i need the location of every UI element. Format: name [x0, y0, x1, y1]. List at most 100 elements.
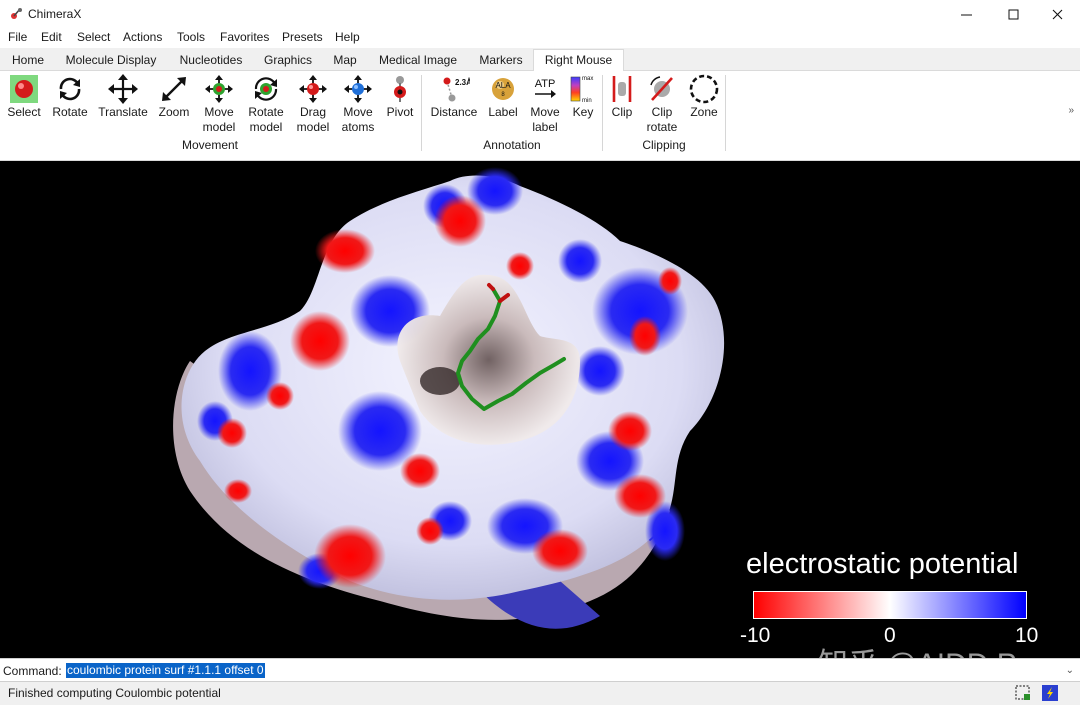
graphics-viewport[interactable]: electrostatic potential -10 0 10 知乎 @AID… [0, 161, 1080, 658]
pivot-icon [394, 76, 406, 102]
clip-rotate-label-2: rotate [646, 120, 678, 134]
move-model-label-1: Move [204, 105, 234, 119]
rotate-model-label-2: model [249, 120, 283, 134]
protein-surface-render [173, 167, 725, 629]
close-icon [1052, 9, 1062, 19]
status-message: Finished computing Coulombic potential [8, 686, 221, 700]
zoom-icon [162, 77, 186, 101]
select-icon [10, 75, 38, 103]
move-model-icon [205, 75, 233, 103]
distance-tool-button[interactable]: 2.3Å Distance [428, 73, 480, 120]
maximize-button[interactable] [990, 0, 1036, 28]
tab-nucleotides[interactable]: Nucleotides [172, 51, 250, 71]
clip-rotate-tool-button[interactable]: Clip rotate [642, 73, 682, 135]
move-label-icon: ATP [535, 78, 556, 98]
zone-icon [689, 74, 719, 104]
close-button[interactable] [1034, 0, 1080, 28]
ribbon-separator [602, 75, 603, 151]
translate-tool-label: Translate [98, 105, 148, 119]
label-tool-label: Label [488, 105, 518, 119]
rotate-tool-button[interactable]: Rotate [49, 73, 91, 120]
tab-home[interactable]: Home [5, 51, 51, 71]
zoom-tool-button[interactable]: Zoom [154, 73, 194, 120]
clip-rotate-label-1: Clip [651, 105, 673, 119]
label-icon: ALA 8 [492, 78, 514, 100]
command-history-chevron-down-icon[interactable]: ⌄ [1066, 665, 1074, 676]
move-label-tool-button[interactable]: ATP Move label [525, 73, 565, 135]
movement-group-label: Movement [181, 138, 239, 152]
tab-molecule-display[interactable]: Molecule Display [58, 51, 164, 71]
distance-tool-label: Distance [430, 105, 478, 119]
command-label: Command: [3, 664, 62, 678]
tab-medical-image[interactable]: Medical Image [372, 51, 464, 71]
move-model-tool-button[interactable]: Move model [198, 73, 240, 135]
distance-icon: 2.3Å [443, 77, 470, 102]
clip-rotate-icon [650, 76, 673, 101]
pivot-tool-label: Pivot [386, 105, 414, 119]
zoom-tool-label: Zoom [158, 105, 190, 119]
menu-bar: File Edit Select Actions Tools Favorites… [0, 28, 1080, 48]
pivot-tool-button[interactable]: Pivot [382, 73, 418, 120]
ribbon-panel: Select Rotate Translate Zoom Move model … [0, 71, 1080, 161]
rotate-model-tool-button[interactable]: Rotate model [244, 73, 288, 135]
select-mode-icon[interactable] [1014, 684, 1032, 702]
chimerax-app-icon [11, 8, 22, 19]
key-icon-min-text: min [582, 98, 592, 104]
maximize-icon [1008, 9, 1018, 19]
tab-graphics[interactable]: Graphics [258, 51, 318, 71]
rotate-tool-label: Rotate [52, 105, 88, 119]
select-tool-label: Select [7, 105, 41, 119]
tab-markers[interactable]: Markers [472, 51, 530, 71]
menu-actions[interactable]: Actions [123, 30, 162, 44]
minimize-icon [960, 14, 972, 15]
label-tool-button[interactable]: ALA 8 Label [484, 73, 522, 120]
tab-right-mouse[interactable]: Right Mouse [533, 49, 624, 71]
menu-favorites[interactable]: Favorites [220, 30, 269, 44]
colorkey-min-label: -10 [740, 624, 771, 647]
watermark-text: 知乎 @AIDD Pro [818, 639, 1043, 658]
key-icon-max-text: max [582, 76, 593, 82]
move-atoms-tool-button[interactable]: Move atoms [337, 73, 379, 135]
minimize-button[interactable] [943, 0, 989, 28]
rotate-model-label-1: Rotate [248, 105, 284, 119]
drag-model-icon [299, 75, 327, 103]
colorkey-gradient-bar[interactable] [753, 591, 1027, 619]
distance-icon-text: 2.3Å [455, 78, 470, 87]
annotation-group-label: Annotation [483, 138, 541, 152]
translate-tool-button[interactable]: Translate [96, 73, 150, 120]
toolbar-tabs: Home Molecule Display Nucleotides Graphi… [0, 48, 1080, 71]
key-tool-label: Key [572, 105, 594, 119]
tab-map[interactable]: Map [326, 51, 364, 71]
menu-edit[interactable]: Edit [41, 30, 62, 44]
clip-tool-label: Clip [611, 105, 633, 119]
clip-icon [612, 76, 632, 102]
clip-tool-button[interactable]: Clip [606, 73, 638, 120]
ribbon-separator [421, 75, 422, 151]
move-label-label-1: Move [530, 105, 560, 119]
menu-help[interactable]: Help [335, 30, 360, 44]
menu-presets[interactable]: Presets [282, 30, 323, 44]
key-icon: max min [570, 76, 593, 104]
move-atoms-icon [344, 75, 372, 103]
menu-select[interactable]: Select [77, 30, 110, 44]
menu-file[interactable]: File [8, 30, 27, 44]
rotate-icon [59, 77, 81, 101]
ribbon-separator [725, 75, 726, 151]
select-tool-button[interactable]: Select [3, 73, 45, 120]
label-icon-text: ALA [495, 81, 511, 90]
window-title: ChimeraX [28, 7, 82, 21]
zone-tool-label: Zone [690, 105, 718, 119]
zone-tool-button[interactable]: Zone [686, 73, 722, 120]
drag-model-label-1: Drag [299, 105, 326, 119]
key-tool-button[interactable]: max min Key [567, 73, 599, 120]
title-bar: ChimeraX [0, 0, 1080, 28]
ribbon-overflow-chevron-icon[interactable]: » [1068, 105, 1074, 116]
move-atoms-label-2: atoms [341, 120, 375, 134]
drag-model-tool-button[interactable]: Drag model [292, 73, 334, 135]
move-model-label-2: model [202, 120, 236, 134]
command-input[interactable]: coulombic protein surf #1.1.1 offset 0 [66, 663, 265, 678]
stop-motion-icon[interactable] [1041, 684, 1059, 702]
menu-tools[interactable]: Tools [177, 30, 205, 44]
move-atoms-label-1: Move [343, 105, 373, 119]
status-bar: Finished computing Coulombic potential [0, 682, 1080, 705]
